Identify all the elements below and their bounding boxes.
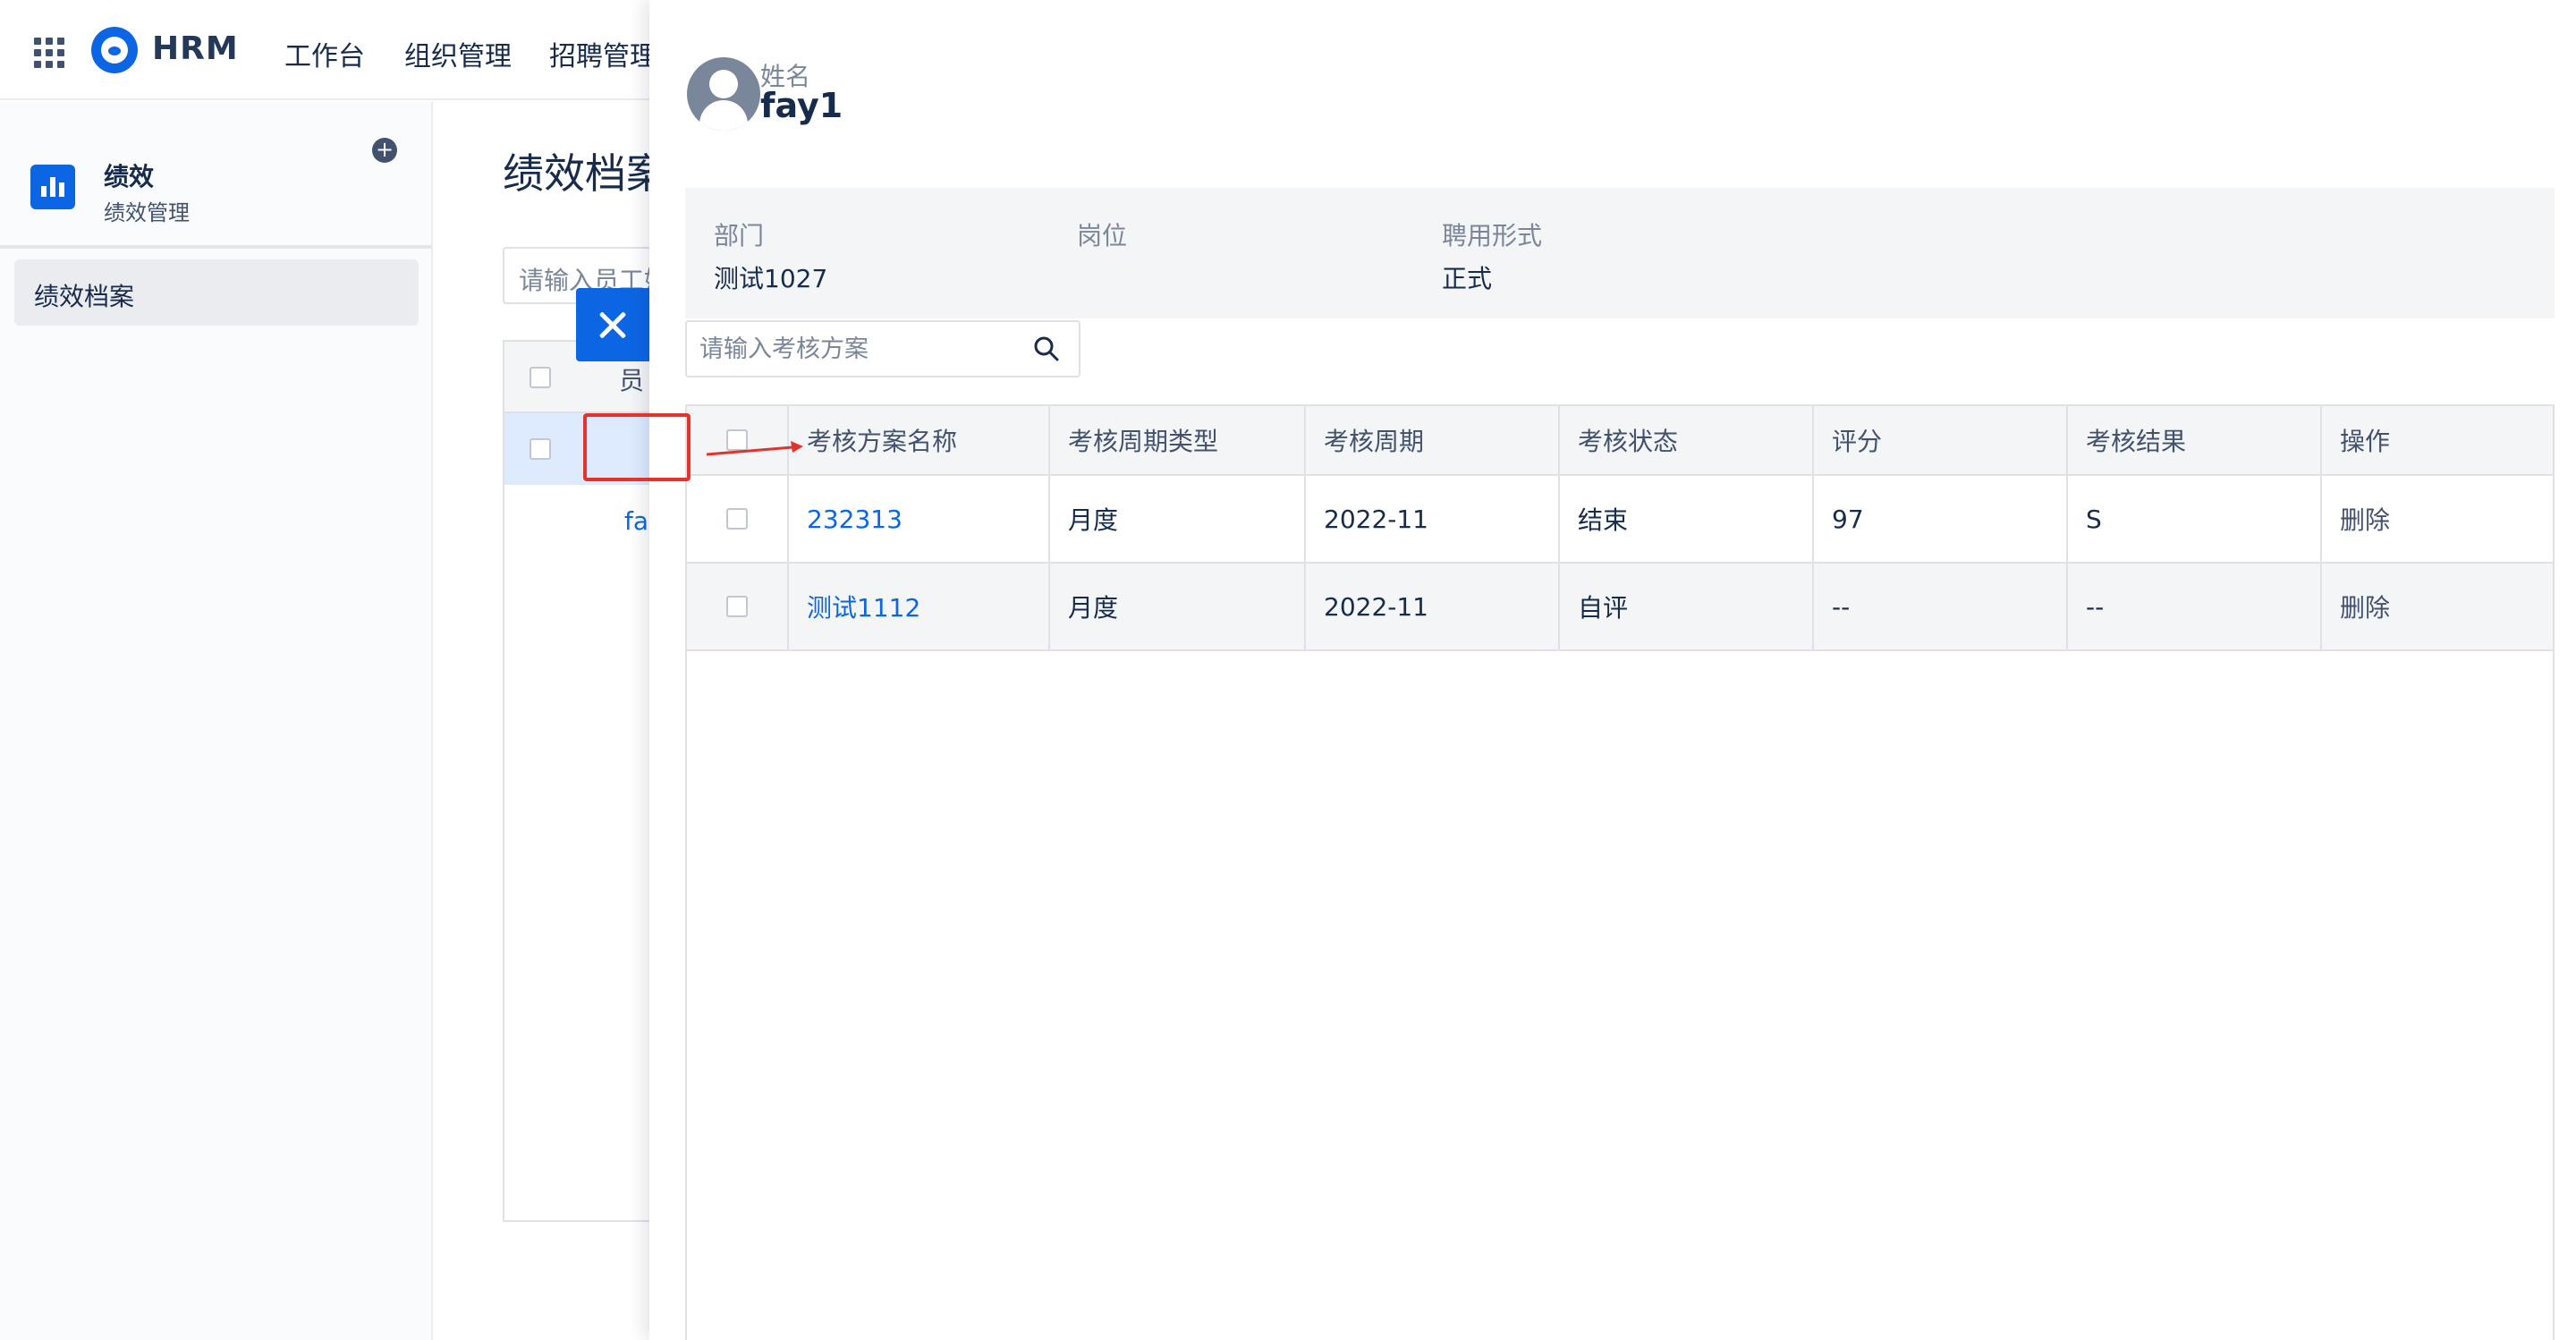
- sidebar-module-subtitle: 绩效管理: [104, 200, 190, 225]
- delete-button[interactable]: 删除: [2340, 501, 2390, 537]
- row-checkbox[interactable]: [726, 508, 748, 530]
- plan-name-link[interactable]: 232313: [807, 505, 902, 534]
- department-label: 部门: [714, 221, 765, 250]
- chart-icon: [30, 165, 75, 209]
- search-icon[interactable]: [1032, 335, 1061, 363]
- result-cell: S: [2066, 476, 2320, 562]
- highlight-box: [583, 413, 691, 481]
- column-header-status: 考核状态: [1558, 406, 1812, 474]
- row-select-cell: [687, 476, 787, 562]
- column-header-cycle: 考核周期: [1304, 406, 1558, 474]
- assessment-search-box: [685, 320, 1080, 377]
- score-cell: --: [1812, 564, 2066, 649]
- score-cell: 97: [1812, 476, 2066, 562]
- apps-grid-icon[interactable]: [34, 38, 64, 68]
- table-row[interactable]: 232313 月度 2022-11 结束 97 S 删除: [687, 476, 2553, 564]
- column-header-score: 评分: [1812, 406, 2066, 474]
- sidebar-module-title: 绩效: [104, 162, 155, 191]
- plan-name-cell: 测试1112: [787, 564, 1048, 649]
- column-header-cycle-type: 考核周期类型: [1048, 406, 1304, 474]
- table-row[interactable]: 测试1112 月度 2022-11 自评 -- -- 删除: [687, 564, 2553, 651]
- row-checkbox[interactable]: [726, 596, 748, 617]
- column-header-action: 操作: [2320, 406, 2553, 474]
- status-cell: 结束: [1558, 476, 1812, 562]
- employment-type-label: 聘用形式: [1442, 221, 1543, 250]
- arrow-icon: [707, 441, 803, 456]
- delete-button[interactable]: 删除: [2340, 589, 2390, 624]
- row-checkbox[interactable]: [530, 438, 551, 460]
- cycle-cell: 2022-11: [1304, 564, 1558, 649]
- department-value: 测试1027: [714, 264, 828, 293]
- row-select-cell: [687, 564, 787, 649]
- action-cell: 删除: [2320, 476, 2553, 562]
- employment-type-value: 正式: [1442, 264, 1493, 293]
- sidebar: + 绩效 绩效管理 绩效档案: [0, 102, 433, 1340]
- result-cell: --: [2066, 564, 2320, 649]
- nav-item-recruitment[interactable]: 招聘管理: [549, 34, 657, 73]
- plan-name-link[interactable]: 测试1112: [807, 589, 920, 624]
- cycle-cell: 2022-11: [1304, 476, 1558, 562]
- page-title: 绩效档案: [503, 149, 667, 198]
- nav-item-workbench[interactable]: 工作台: [284, 34, 365, 73]
- add-circle-icon[interactable]: +: [372, 138, 397, 163]
- sidebar-item-performance-archive[interactable]: 绩效档案: [14, 259, 419, 326]
- employee-info-panel: 部门 测试1027 岗位 聘用形式 正式: [685, 188, 2555, 318]
- employee-detail-drawer: 姓名 fay1 部门 测试1027 岗位 聘用形式 正式 考核方案名称 考核周期…: [649, 0, 2576, 1340]
- user-avatar-icon: [687, 57, 760, 131]
- column-header-employee: 员: [619, 366, 645, 395]
- column-header-result: 考核结果: [2066, 406, 2320, 474]
- close-drawer-button[interactable]: [576, 288, 649, 361]
- sidebar-divider: [0, 245, 431, 249]
- select-all-checkbox[interactable]: [530, 367, 551, 388]
- cycle-type-cell: 月度: [1048, 564, 1304, 649]
- hrm-logo-icon: [91, 27, 138, 73]
- action-cell: 删除: [2320, 564, 2553, 649]
- nav-item-organization[interactable]: 组织管理: [404, 34, 512, 73]
- brand-name[interactable]: HRM: [152, 30, 239, 67]
- assessment-search-input[interactable]: [699, 331, 1021, 367]
- status-cell: 自评: [1558, 564, 1812, 649]
- table-header: 考核方案名称 考核周期类型 考核周期 考核状态 评分 考核结果 操作: [687, 404, 2553, 476]
- plan-name-cell: 232313: [787, 476, 1048, 562]
- name-value: fay1: [760, 86, 843, 125]
- cycle-type-cell: 月度: [1048, 476, 1304, 562]
- assessment-table: 考核方案名称 考核周期类型 考核周期 考核状态 评分 考核结果 操作 23231…: [685, 404, 2555, 1340]
- position-label: 岗位: [1077, 221, 1128, 250]
- column-header-plan-name: 考核方案名称: [787, 406, 1048, 474]
